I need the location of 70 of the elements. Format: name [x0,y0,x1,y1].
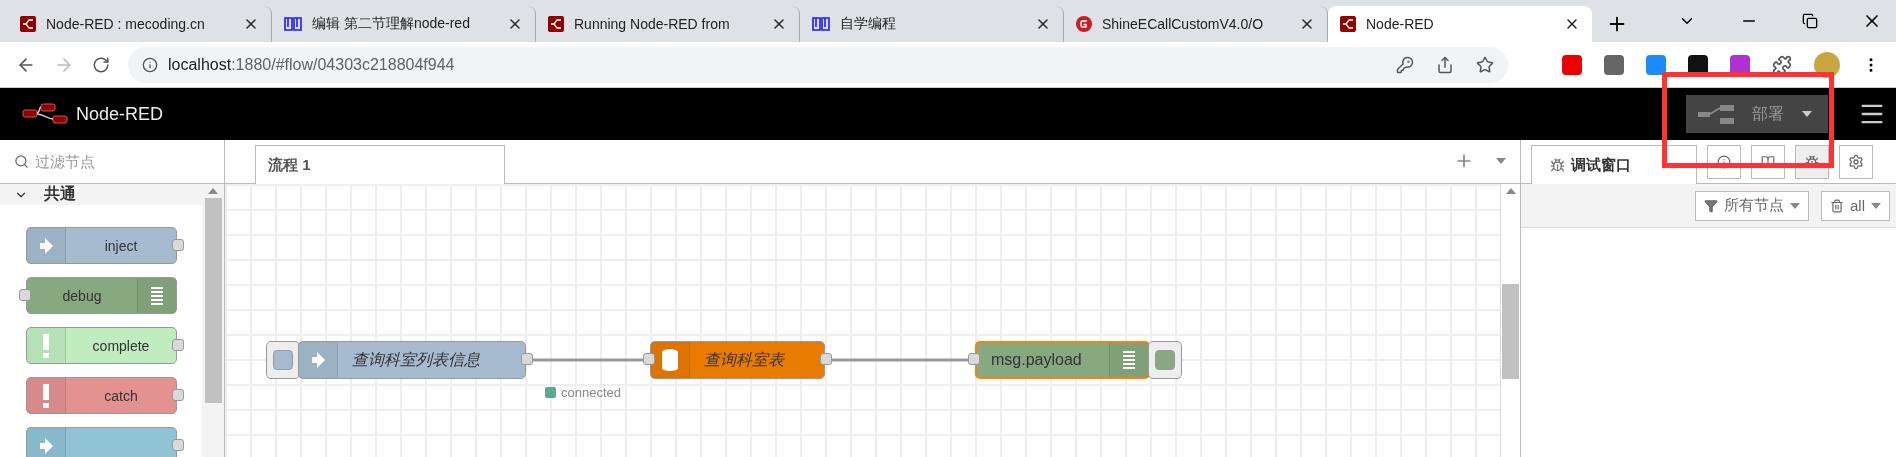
flow-favicon-icon [20,16,36,32]
port [172,339,184,351]
browser-tab[interactable]: 自学编程 [800,6,1064,42]
caret-icon [1802,111,1812,117]
star-icon[interactable] [1476,55,1494,74]
browser-tab[interactable]: Node-RED : mecoding.cn [8,6,272,42]
url-path: :1880/#flow/04303c218804f944 [231,55,455,74]
restore-icon[interactable] [1802,13,1818,29]
scrollbar-thumb[interactable] [204,198,222,403]
trash-icon [1830,198,1844,213]
flow-favicon-icon [1340,16,1356,32]
exclamation-icon [42,383,50,408]
port [172,389,184,401]
flow-node[interactable]: msg.payload [975,341,1150,379]
flow-favicon-icon [548,16,564,32]
port [172,239,184,251]
debug-toggle[interactable] [1148,341,1182,379]
caret-icon[interactable] [1496,158,1506,164]
blocks-favicon-icon [812,16,830,32]
deploy-button[interactable]: 部署 [1686,95,1828,133]
port [820,353,832,365]
category-header[interactable]: 共通 [0,184,202,205]
palette-node[interactable] [26,427,177,457]
arrow-icon [38,435,54,456]
filter-nodes-field[interactable]: 过滤节点 [0,140,224,184]
sidebar-tab[interactable]: 调试窗口 [1531,145,1697,184]
address-bar[interactable]: localhost:1880/#flow/04303c218804f944 [128,46,1508,83]
browser-tab[interactable]: 编辑 第二节理解node-red [272,6,536,42]
flow-logo-icon [22,103,68,125]
clear-dropdown[interactable]: all [1821,190,1890,221]
search-icon [14,154,29,169]
flow-node[interactable]: 查询科室表 [650,341,825,379]
deploy-icon [1698,104,1734,124]
port [19,289,31,301]
key-icon[interactable] [1396,55,1414,74]
list-icon [150,285,164,306]
list-icon [1122,350,1136,370]
flow-tab[interactable]: 流程 1 [255,145,505,184]
reload-icon[interactable] [92,55,110,74]
settings-button[interactable] [1839,145,1873,179]
arrow-icon [310,350,326,370]
palette-node[interactable]: debug [26,277,177,314]
exclamation-icon [42,333,50,358]
app-title: Node-RED [76,103,164,125]
palette-node[interactable]: complete [26,327,177,364]
browser-tab[interactable]: Node-RED [1328,6,1592,42]
flow-node[interactable]: 查询科室列表信息 [298,341,526,379]
extension-icon[interactable] [1688,54,1708,75]
port [172,439,184,451]
extensions-icon[interactable] [1772,54,1792,75]
port [968,353,980,365]
bug-icon [1550,157,1565,173]
database-icon [661,348,679,372]
arrow-icon [38,235,54,256]
filter-icon [1704,198,1718,213]
palette-node[interactable]: inject [26,227,177,264]
share-icon[interactable] [1436,55,1454,74]
url-host: localhost [168,55,232,74]
settings-icon [1848,154,1864,170]
blocks-favicon-icon [284,16,302,32]
info-icon [142,56,158,73]
scrollbar-thumb[interactable] [1502,284,1519,379]
scroll-up-icon[interactable] [1505,188,1516,194]
palette-node[interactable]: catch [26,377,177,414]
node-filter-dropdown[interactable]: 所有节点 [1695,190,1809,221]
port [521,353,533,365]
port [643,353,655,365]
browser-tab[interactable]: ShineECallCustomV4.0/O [1064,6,1328,42]
browser-tab[interactable]: Running Node-RED from [536,6,800,42]
status-text: connected [561,385,621,400]
